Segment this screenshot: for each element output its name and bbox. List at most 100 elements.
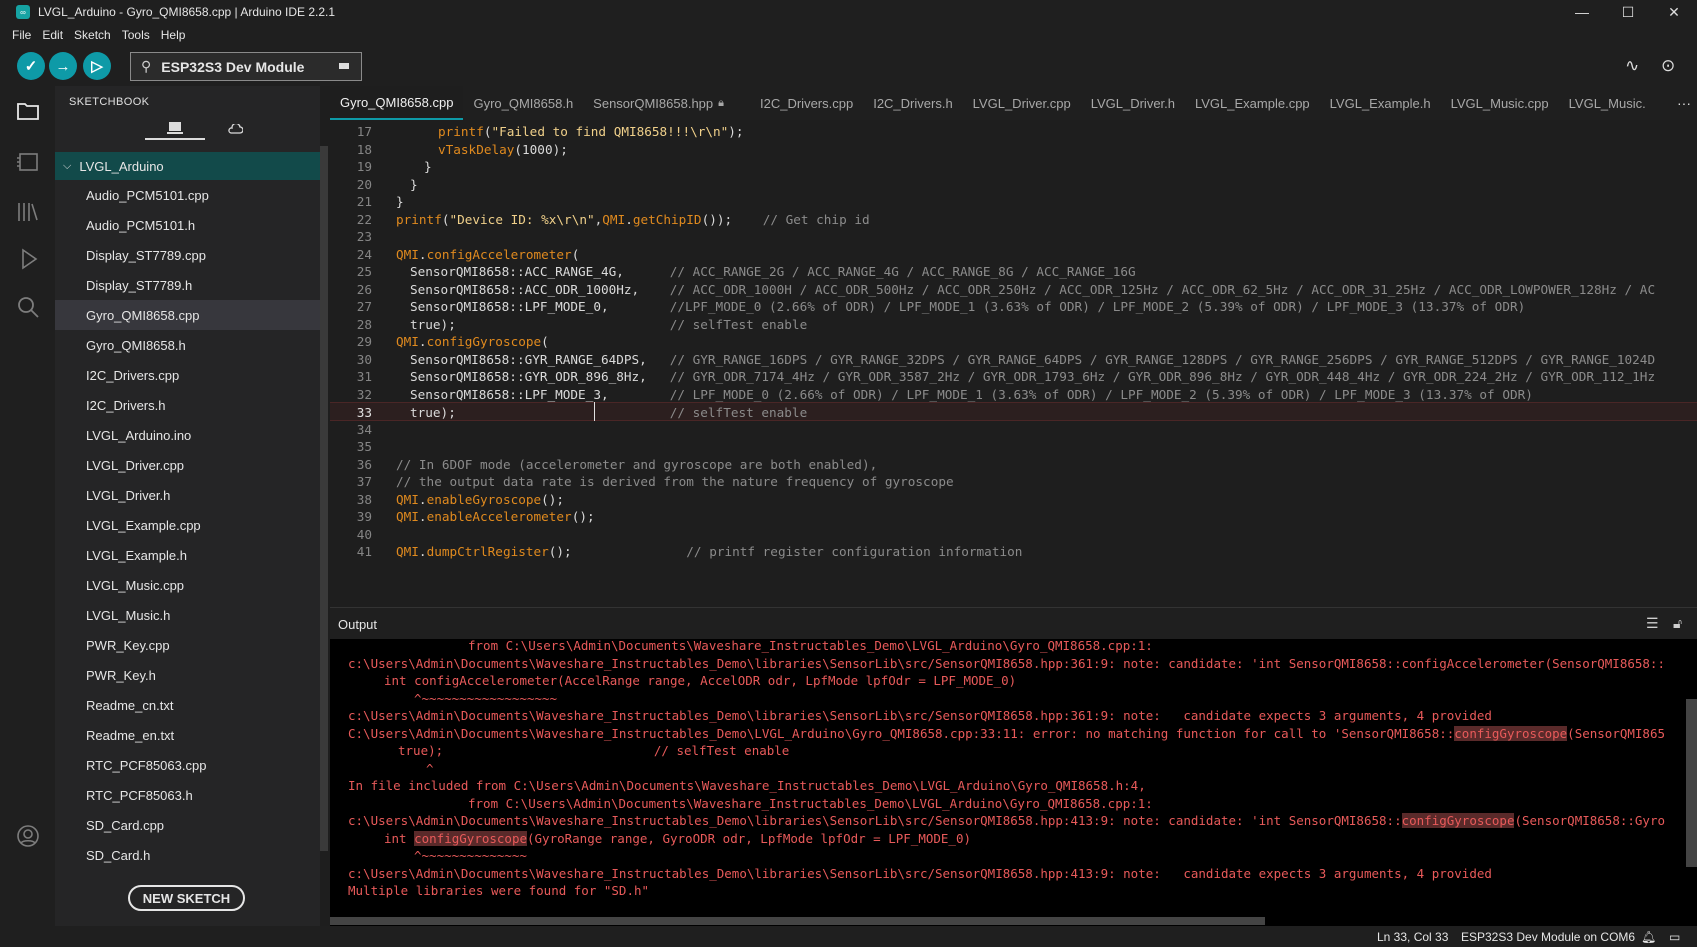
- close-button[interactable]: ✕: [1651, 0, 1697, 24]
- tab-lvgl-music-cpp[interactable]: LVGL_Music.cpp: [1441, 86, 1559, 120]
- code-line[interactable]: 39 QMI.enableAccelerometer();: [330, 507, 1697, 526]
- file-item[interactable]: I2C_Drivers.cpp: [55, 360, 320, 390]
- account-icon[interactable]: [15, 823, 41, 849]
- code-text: }: [410, 176, 418, 192]
- file-item[interactable]: LVGL_Driver.h: [55, 480, 320, 510]
- board-manager-icon[interactable]: [15, 149, 41, 175]
- file-item[interactable]: RTC_PCF85063.cpp: [55, 750, 320, 780]
- tab-gyro-h[interactable]: Gyro_QMI8658.h: [463, 86, 583, 120]
- file-item[interactable]: PWR_Key.h: [55, 660, 320, 690]
- library-manager-icon[interactable]: [15, 199, 41, 225]
- local-sketchbook-tab[interactable]: [145, 118, 205, 140]
- code-line[interactable]: 36 // In 6DOF mode (accelerometer and gyr…: [330, 455, 1697, 474]
- tab-lvgl-music[interactable]: LVGL_Music.: [1559, 86, 1656, 120]
- new-sketch-button[interactable]: NEW SKETCH: [128, 885, 245, 911]
- file-item[interactable]: PWR_Key.cpp: [55, 630, 320, 660]
- cursor-position[interactable]: Ln 33, Col 33: [1377, 930, 1448, 944]
- output-hscrollbar[interactable]: [330, 917, 1265, 925]
- code-line[interactable]: 28 true); // selfTest enable: [330, 315, 1697, 334]
- file-item[interactable]: LVGL_Music.h: [55, 600, 320, 630]
- panel-icon[interactable]: ▭: [1669, 930, 1680, 944]
- output-scrollbar[interactable]: [1686, 699, 1697, 867]
- menu-edit[interactable]: Edit: [42, 28, 63, 42]
- output-console[interactable]: from C:\Users\Admin\Documents\Waveshare_…: [330, 639, 1697, 926]
- file-item[interactable]: LVGL_Music.cpp: [55, 570, 320, 600]
- file-item[interactable]: LVGL_Driver.cpp: [55, 450, 320, 480]
- file-item[interactable]: I2C_Drivers.h: [55, 390, 320, 420]
- bell-icon[interactable]: 🔔︎: [1641, 930, 1656, 944]
- output-line: int configGyroscope(GyroRange range, Gyr…: [384, 830, 972, 846]
- file-item[interactable]: Audio_PCM5101.cpp: [55, 180, 320, 210]
- maximize-button[interactable]: ☐: [1605, 0, 1651, 24]
- menu-file[interactable]: File: [12, 28, 31, 42]
- code-text: QMI.configAccelerometer(: [396, 246, 580, 262]
- clear-lines-icon[interactable]: ☰: [1646, 615, 1659, 632]
- search-icon[interactable]: [15, 294, 41, 320]
- more-tabs-button[interactable]: ···: [1671, 86, 1697, 120]
- verify-button[interactable]: ✓: [17, 52, 45, 80]
- debug-button[interactable]: ▷: [83, 52, 111, 80]
- code-line[interactable]: 38 QMI.enableGyroscope();: [330, 490, 1697, 509]
- file-item[interactable]: Gyro_QMI8658.h: [55, 330, 320, 360]
- code-line[interactable]: 27 SensorQMI8658::LPF_MODE_0, //LPF_MODE_…: [330, 297, 1697, 316]
- upload-button[interactable]: →: [49, 52, 77, 80]
- menu-sketch[interactable]: Sketch: [74, 28, 111, 42]
- file-item[interactable]: SD_Card.h: [55, 840, 320, 870]
- file-item[interactable]: Readme_cn.txt: [55, 690, 320, 720]
- code-line[interactable]: 37 // the output data rate is derived fro…: [330, 472, 1697, 491]
- code-line[interactable]: 40: [330, 525, 1697, 544]
- code-line[interactable]: 34: [330, 420, 1697, 439]
- code-line[interactable]: 25 SensorQMI8658::ACC_RANGE_4G, // ACC_RA…: [330, 262, 1697, 281]
- tab-lvgl-example-h[interactable]: LVGL_Example.h: [1320, 86, 1441, 120]
- code-line[interactable]: 35: [330, 437, 1697, 456]
- tab-gyro-cpp[interactable]: Gyro_QMI8658.cpp: [330, 86, 464, 120]
- tab-lvgl-driver-h[interactable]: LVGL_Driver.h: [1081, 86, 1185, 120]
- debug-panel-icon[interactable]: [15, 246, 41, 272]
- sketch-folder[interactable]: ⌵ LVGL_Arduino: [55, 152, 320, 180]
- lock-icon[interactable]: 🔓︎: [1673, 615, 1682, 632]
- code-line[interactable]: 20}: [330, 175, 1697, 194]
- title-bar: ∞ LVGL_Arduino - Gyro_QMI8658.cpp | Ardu…: [0, 0, 1697, 24]
- file-item[interactable]: Display_ST7789.cpp: [55, 240, 320, 270]
- code-line[interactable]: 33 true); // selfTest enable: [330, 402, 1697, 421]
- tab-i2c-cpp[interactable]: I2C_Drivers.cpp: [750, 86, 863, 120]
- code-line[interactable]: 32 SensorQMI8658::LPF_MODE_3, // LPF_MODE…: [330, 385, 1697, 404]
- code-line[interactable]: 26 SensorQMI8658::ACC_ODR_1000Hz, // ACC_…: [330, 280, 1697, 299]
- file-item[interactable]: LVGL_Arduino.ino: [55, 420, 320, 450]
- folder-icon[interactable]: [15, 98, 41, 124]
- board-selector[interactable]: ⚲ ESP32S3 Dev Module: [130, 52, 362, 81]
- file-item[interactable]: LVGL_Example.cpp: [55, 510, 320, 540]
- file-item[interactable]: Display_ST7789.h: [55, 270, 320, 300]
- code-line[interactable]: 24 QMI.configAccelerometer(: [330, 245, 1697, 264]
- minimize-button[interactable]: —: [1559, 0, 1605, 24]
- file-item[interactable]: LVGL_Example.h: [55, 540, 320, 570]
- menu-tools[interactable]: Tools: [122, 28, 150, 42]
- file-item[interactable]: RTC_PCF85063.h: [55, 780, 320, 810]
- code-line[interactable]: 17 printf("Failed to find QMI8658!!!\r\n"…: [330, 122, 1697, 141]
- code-line[interactable]: 30 SensorQMI8658::GYR_RANGE_64DPS, // GYR…: [330, 350, 1697, 369]
- code-editor[interactable]: 17 printf("Failed to find QMI8658!!!\r\n"…: [330, 120, 1697, 607]
- sidebar-scrollbar[interactable]: [320, 146, 328, 851]
- code-line[interactable]: 29 QMI.configGyroscope(: [330, 332, 1697, 351]
- cloud-sketchbook-tab[interactable]: [205, 118, 265, 140]
- tab-i2c-h[interactable]: I2C_Drivers.h: [863, 86, 962, 120]
- line-number: 27: [356, 299, 372, 314]
- serial-monitor-icon[interactable]: ⊙: [1661, 56, 1675, 76]
- file-item[interactable]: Readme_en.txt: [55, 720, 320, 750]
- file-item[interactable]: SD_Card.cpp: [55, 810, 320, 840]
- code-line[interactable]: 18 vTaskDelay(1000);: [330, 140, 1697, 159]
- code-line[interactable]: 41 QMI.dumpCtrlRegister(); // printf regi…: [330, 542, 1697, 561]
- tab-lvgl-example-cpp[interactable]: LVGL_Example.cpp: [1185, 86, 1320, 120]
- board-port-status[interactable]: ESP32S3 Dev Module on COM6: [1461, 930, 1635, 944]
- code-line[interactable]: 22 printf("Device ID: %x\r\n",QMI.getChip…: [330, 210, 1697, 229]
- file-item[interactable]: Audio_PCM5101.h: [55, 210, 320, 240]
- code-line[interactable]: 19}: [330, 157, 1697, 176]
- code-line[interactable]: 21}: [330, 192, 1697, 211]
- menu-help[interactable]: Help: [161, 28, 186, 42]
- file-item-selected[interactable]: Gyro_QMI8658.cpp: [55, 300, 320, 330]
- tab-sensor-hpp[interactable]: SensorQMI8658.hpp 🔒︎: [583, 86, 734, 120]
- serial-plotter-icon[interactable]: ∿: [1625, 56, 1639, 76]
- tab-lvgl-driver-cpp[interactable]: LVGL_Driver.cpp: [963, 86, 1081, 120]
- code-line[interactable]: 23: [330, 227, 1697, 246]
- code-line[interactable]: 31 SensorQMI8658::GYR_ODR_896_8Hz, // GYR…: [330, 367, 1697, 386]
